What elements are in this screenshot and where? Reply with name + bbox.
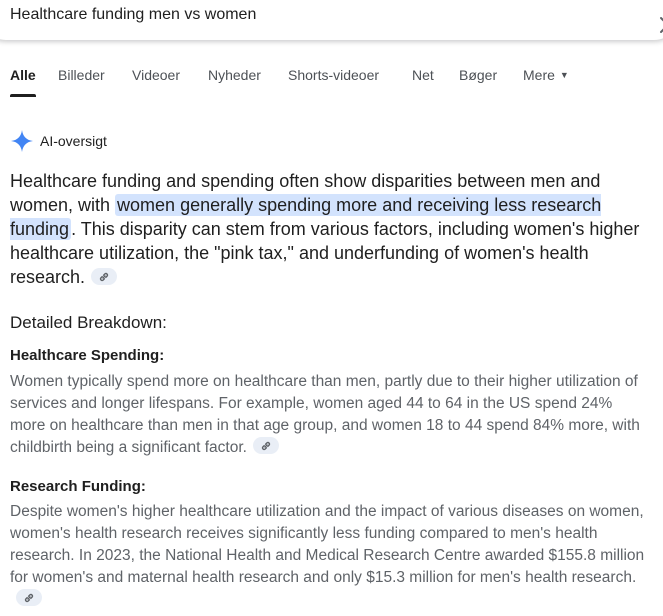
ai-summary: Healthcare funding and spending often sh… [10,169,660,289]
link-icon [24,593,34,603]
section-body-research-funding: Despite women's higher healthcare utiliz… [10,501,650,611]
tab-videoer[interactable]: Videoer [132,67,180,83]
tab-nyheder[interactable]: Nyheder [208,67,261,83]
tab-label: Billeder [58,67,105,83]
tab-label: Nyheder [208,67,261,83]
tab-mere[interactable]: Mere ▼ [523,67,569,83]
tab-label: Videoer [132,67,181,83]
section-title-research-funding: Research Funding: [10,478,146,495]
breakdown-heading: Detailed Breakdown: [10,313,167,332]
tab-shorts-videoer[interactable]: Shorts-videoer [288,67,379,83]
tab-label: Mere [523,67,555,83]
section-text: Women typically spend more on healthcare… [10,373,640,456]
tab-label: Alle [10,67,36,83]
search-query[interactable]: Healthcare funding men vs women [10,6,256,24]
section-text: Despite women's higher healthcare utiliz… [10,503,645,586]
source-link-button[interactable] [16,589,42,606]
tab-billeder[interactable]: Billeder [58,67,105,83]
tab-net[interactable]: Net [412,67,434,83]
tab-label: Bøger [459,67,498,83]
search-bar[interactable]: Healthcare funding men vs women [0,0,663,40]
close-icon [660,17,663,33]
dropdown-caret-icon: ▼ [559,70,569,80]
tab-label: Shorts-videoer [288,67,380,83]
ai-overview-label: AI-oversigt [40,133,107,149]
tab-label: Net [412,67,434,83]
source-link-button[interactable] [91,268,118,285]
link-icon [99,272,109,282]
clear-search-button[interactable] [655,12,663,38]
ai-sparkle-icon [11,130,33,152]
active-tab-indicator [10,94,36,97]
section-body-healthcare-spending: Women typically spend more on healthcare… [10,371,650,459]
section-title-healthcare-spending: Healthcare Spending: [10,347,165,364]
link-icon [261,441,271,451]
source-link-button[interactable] [252,437,279,454]
tab-boger[interactable]: Bøger [459,67,497,83]
tab-alle[interactable]: Alle [10,67,36,97]
